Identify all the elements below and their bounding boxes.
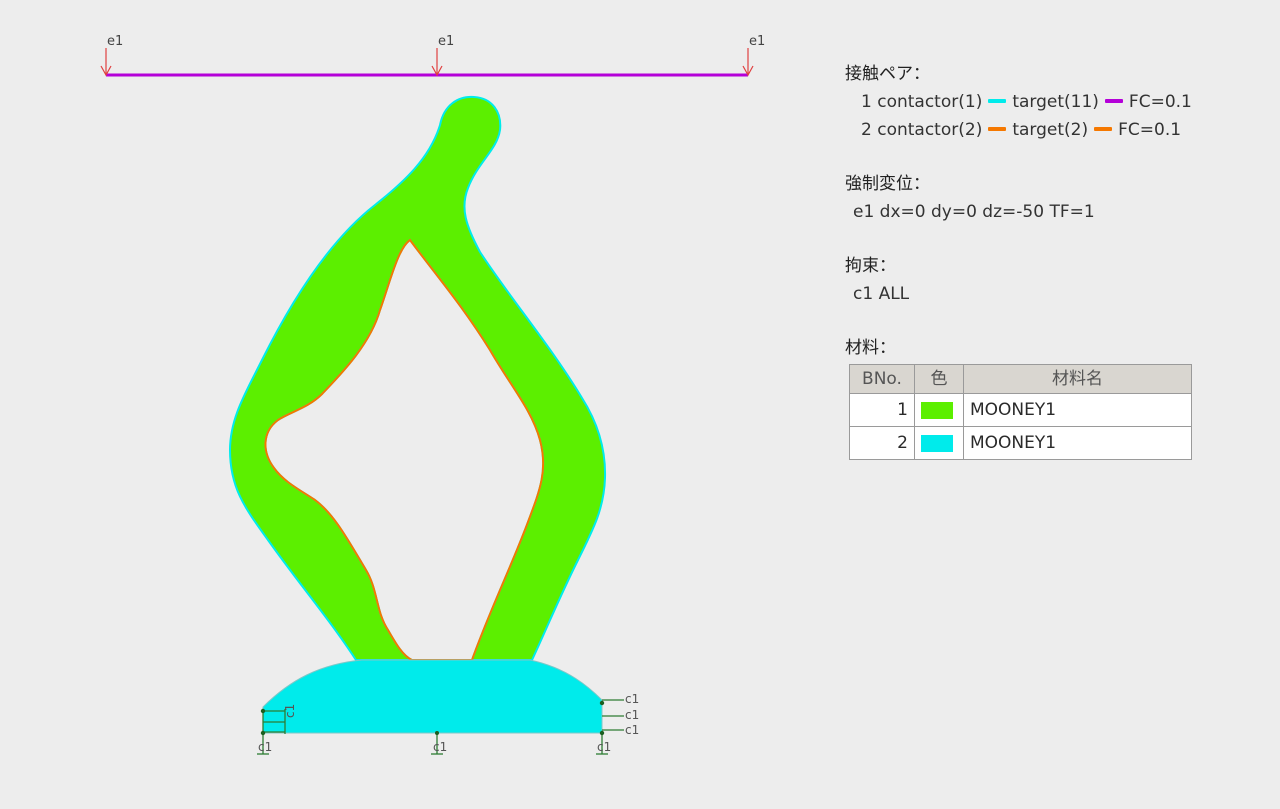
constraint-label: c1	[625, 692, 639, 706]
material-bno: 2	[849, 426, 915, 460]
column-header-bno: BNo.	[849, 364, 915, 394]
constraint-label: c1	[625, 708, 639, 722]
displacement-label-right: e1	[749, 34, 765, 49]
displacement-entry: e1 dx=0 dy=0 dz=-50 TF=1	[853, 202, 1095, 222]
contact-pair-no: 2	[861, 120, 872, 140]
constraint-label: c1	[283, 704, 297, 718]
material-color-cell	[914, 426, 964, 460]
material-color-swatch	[921, 434, 953, 452]
constraint-label: c1	[258, 740, 272, 754]
contact-pair-fc: FC=0.1	[1128, 92, 1192, 112]
contact-pair-row: 1 contactor(1) target(11) FC=0.1	[845, 88, 1265, 116]
contact-pair-fc: FC=0.1	[1118, 120, 1182, 140]
contact-pair-row: 2 contactor(2) target(2) FC=0.1	[845, 116, 1265, 144]
contact-section-title: 接触ペア：	[845, 64, 930, 84]
column-header-material-name: 材料名	[963, 364, 1192, 394]
constraint-label: c1	[625, 723, 639, 737]
contact-pair-no: 1	[861, 92, 872, 112]
displacement-marker-right	[742, 48, 754, 77]
constraint-entry: c1 ALL	[853, 284, 910, 304]
material-bno: 1	[849, 393, 915, 427]
contact-pair-target: target(2)	[1012, 120, 1089, 140]
displacement-marker-middle	[431, 48, 443, 77]
material-color-cell	[914, 393, 964, 427]
displacement-label-left: e1	[107, 34, 123, 49]
target-color-swatch	[1104, 99, 1123, 103]
contactor-color-swatch	[988, 99, 1007, 103]
contact-pair-contactor: contactor(2)	[877, 120, 983, 140]
displacement-label-middle: e1	[438, 34, 454, 49]
material-name: MOONEY1	[963, 426, 1192, 460]
table-row: 2 MOONEY1	[849, 426, 1192, 460]
constraint-section-title: 拘束：	[845, 256, 896, 276]
displacement-marker-left	[100, 48, 112, 77]
contact-pair-contactor: contactor(1)	[877, 92, 983, 112]
constraint-label: c1	[433, 740, 447, 754]
material-name: MOONEY1	[963, 393, 1192, 427]
material-table-header: BNo. 色 材料名	[849, 364, 1192, 394]
model-view: e1 e1 e1 c1 c1 c1 c1 c1 c1 c1	[100, 34, 765, 755]
legend-panel: 接触ペア： 1 contactor(1) target(11) FC=0.1 2 c…	[845, 60, 1265, 460]
material-table: BNo. 色 材料名 1 MOONEY1 2 MOONEY1	[849, 364, 1192, 460]
displacement-section-title: 強制変位：	[845, 174, 930, 194]
material-section-title: 材料：	[845, 338, 896, 358]
target-color-swatch	[1094, 127, 1113, 131]
column-header-color: 色	[914, 364, 964, 394]
material-color-swatch	[921, 401, 953, 419]
contact-pair-target: target(11)	[1012, 92, 1099, 112]
material2-base	[262, 659, 603, 734]
constraint-label: c1	[597, 740, 611, 754]
table-row: 1 MOONEY1	[849, 393, 1192, 427]
contactor-color-swatch	[988, 127, 1007, 131]
material1-body	[228, 95, 607, 661]
